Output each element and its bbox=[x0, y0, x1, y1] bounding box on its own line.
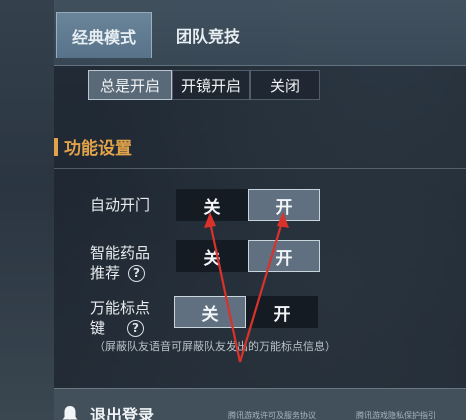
option-always-on[interactable]: 总是开启 bbox=[88, 70, 172, 100]
smart-medicine-label: 智能药品 推荐 ? bbox=[90, 243, 150, 283]
smart-medicine-label-line1: 智能药品 bbox=[90, 244, 151, 262]
universal-mark-toggle: 关 开 bbox=[174, 296, 318, 328]
logout-button[interactable]: 退出登录 bbox=[60, 402, 154, 420]
universal-mark-on[interactable]: 开 bbox=[246, 296, 318, 328]
smart-medicine-toggle: 关 开 bbox=[176, 240, 320, 272]
universal-mark-label-line1: 万能标点 bbox=[90, 299, 151, 317]
smart-medicine-off[interactable]: 关 bbox=[176, 240, 248, 272]
auto-open-door-off[interactable]: 关 bbox=[176, 189, 248, 221]
tab-classic-mode[interactable]: 经典模式 bbox=[56, 12, 152, 58]
scope-option-group: 总是开启 开镜开启 关闭 bbox=[88, 70, 320, 100]
help-icon[interactable]: ? bbox=[127, 319, 145, 337]
auto-open-door-on[interactable]: 开 bbox=[248, 189, 320, 221]
universal-mark-off[interactable]: 关 bbox=[174, 296, 246, 328]
section-title: 功能设置 bbox=[54, 134, 132, 159]
scope-setting-label-cut bbox=[90, 58, 94, 68]
auto-open-door-label: 自动开门 bbox=[90, 196, 151, 214]
option-scope-on[interactable]: 开镜开启 bbox=[172, 70, 250, 100]
option-off[interactable]: 关闭 bbox=[250, 70, 320, 100]
bell-icon bbox=[62, 406, 78, 420]
logout-label: 退出登录 bbox=[90, 406, 155, 420]
section-title-text: 功能设置 bbox=[64, 139, 132, 159]
section-divider bbox=[54, 168, 466, 169]
smart-medicine-label-line2: 推荐 bbox=[90, 264, 121, 282]
auto-open-door-toggle: 关 开 bbox=[176, 189, 320, 221]
universal-mark-label-line2: 键 bbox=[90, 319, 106, 337]
mark-note: （屏蔽队友语音可屏蔽队友发出的万能标点信息） bbox=[94, 340, 336, 353]
service-agreement-link[interactable]: 腾讯游戏许可及服务协议 bbox=[228, 410, 316, 420]
section-accent-bar bbox=[54, 137, 58, 156]
tab-team-deathmatch[interactable]: 团队竞技 bbox=[160, 12, 256, 58]
privacy-guide-link[interactable]: 腾讯游戏隐私保护指引 bbox=[356, 410, 436, 420]
help-icon[interactable]: ? bbox=[128, 264, 146, 282]
universal-mark-label: 万能标点 键 ? bbox=[90, 298, 150, 338]
smart-medicine-on[interactable]: 开 bbox=[248, 240, 320, 272]
